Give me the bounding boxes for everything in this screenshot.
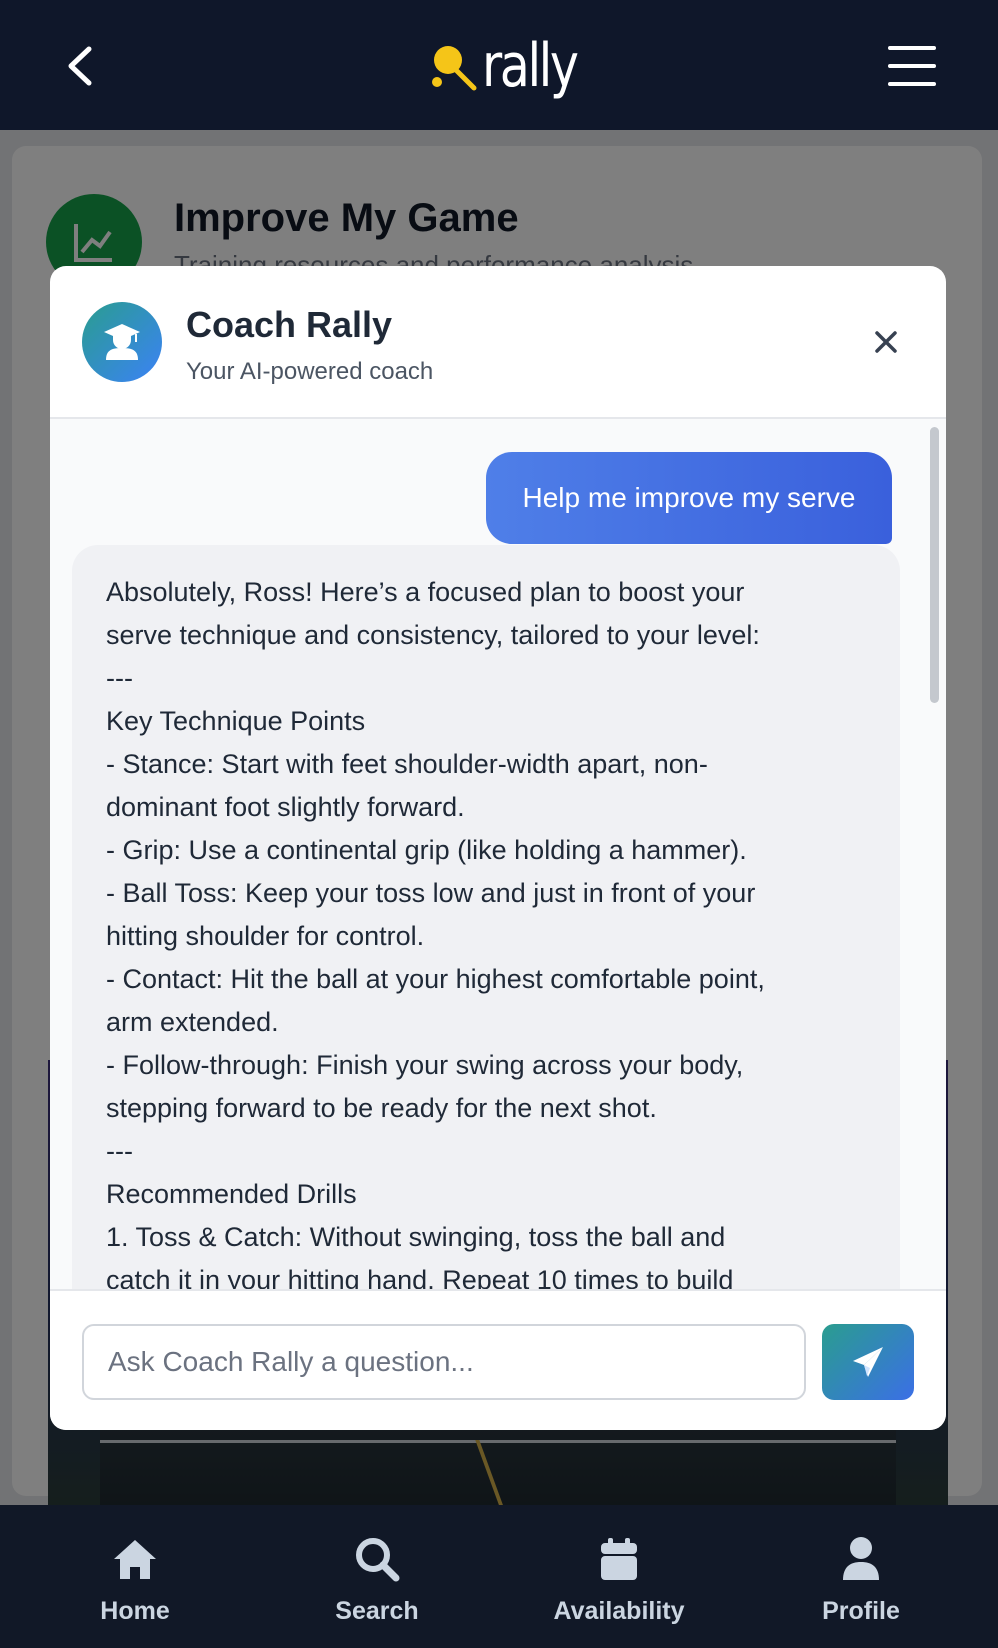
menu-button[interactable] — [888, 44, 942, 88]
nav-item-profile[interactable]: Profile — [761, 1505, 961, 1648]
hamburger-bar — [888, 64, 936, 68]
send-button[interactable] — [822, 1324, 914, 1400]
coach-message-line: hitting shoulder for control. — [106, 921, 425, 951]
coach-message-line: - Stance: Start with feet shoulder-width… — [106, 749, 708, 779]
chat-input-row — [50, 1289, 946, 1430]
chat-scrollbar-thumb[interactable] — [930, 427, 939, 703]
bottom-nav: Home Search Availability Profile — [0, 1505, 998, 1648]
chat-input[interactable] — [82, 1324, 806, 1400]
back-button[interactable] — [56, 38, 104, 94]
coach-message-line: 1. Toss & Catch: Without swinging, toss … — [106, 1222, 726, 1252]
nav-item-availability[interactable]: Availability — [519, 1505, 719, 1648]
close-button[interactable] — [866, 322, 906, 362]
coach-message-line: stepping forward to be ready for the nex… — [106, 1093, 657, 1123]
search-icon — [352, 1535, 402, 1583]
user-icon — [836, 1535, 886, 1583]
coach-message-line: - Grip: Use a continental grip (like hol… — [106, 835, 747, 865]
coach-message-line: - Follow-through: Finish your swing acro… — [106, 1050, 744, 1080]
send-icon — [853, 1347, 883, 1377]
coach-message-line: serve technique and consistency, tailore… — [106, 620, 760, 650]
nav-label-search: Search — [335, 1597, 419, 1625]
modal-header: Coach Rally Your AI-powered coach — [50, 266, 946, 419]
coach-message-line: - Ball Toss: Keep your toss low and just… — [106, 878, 756, 908]
nav-item-home[interactable]: Home — [35, 1505, 235, 1648]
chat-messages[interactable]: Help me improve my serve Absolutely, Ros… — [50, 419, 946, 1289]
coach-chat-modal: Coach Rally Your AI-powered coach Help m… — [50, 266, 946, 1430]
coach-message-line: - Contact: Hit the ball at your highest … — [106, 964, 765, 994]
coach-message-line: arm extended. — [106, 1007, 279, 1037]
coach-message-line: catch it in your hitting hand. Repeat 10… — [106, 1265, 734, 1289]
nav-label-home: Home — [100, 1597, 170, 1625]
top-bar: rally — [0, 0, 998, 130]
coach-message-line: Absolutely, Ross! Here’s a focused plan … — [106, 577, 745, 607]
user-message: Help me improve my serve — [486, 452, 892, 544]
hamburger-icon — [888, 46, 936, 50]
home-icon — [110, 1535, 160, 1583]
hamburger-bar — [888, 82, 936, 86]
coach-message-line: Recommended Drills — [106, 1179, 357, 1209]
logo-text: rally — [482, 31, 579, 101]
coach-subtitle: Your AI-powered coach — [186, 358, 434, 385]
coach-message-line: --- — [106, 1136, 133, 1166]
coach-message-line: --- — [106, 663, 133, 693]
coach-message-line: Key Technique Points — [106, 706, 366, 736]
rally-logo: rally — [428, 28, 597, 104]
coach-message-line: dominant foot slightly forward. — [106, 792, 465, 822]
paddle-ball-icon — [432, 46, 477, 91]
nav-item-search[interactable]: Search — [277, 1505, 477, 1648]
graduate-icon — [104, 324, 140, 360]
chevron-left-icon — [68, 46, 92, 86]
close-icon — [875, 331, 897, 353]
coach-avatar — [82, 302, 162, 382]
nav-label-availability: Availability — [553, 1597, 685, 1625]
coach-message: Absolutely, Ross! Here’s a focused plan … — [72, 545, 900, 1289]
nav-label-profile: Profile — [822, 1597, 900, 1625]
calendar-icon — [594, 1535, 644, 1583]
coach-name: Coach Rally — [186, 304, 393, 345]
